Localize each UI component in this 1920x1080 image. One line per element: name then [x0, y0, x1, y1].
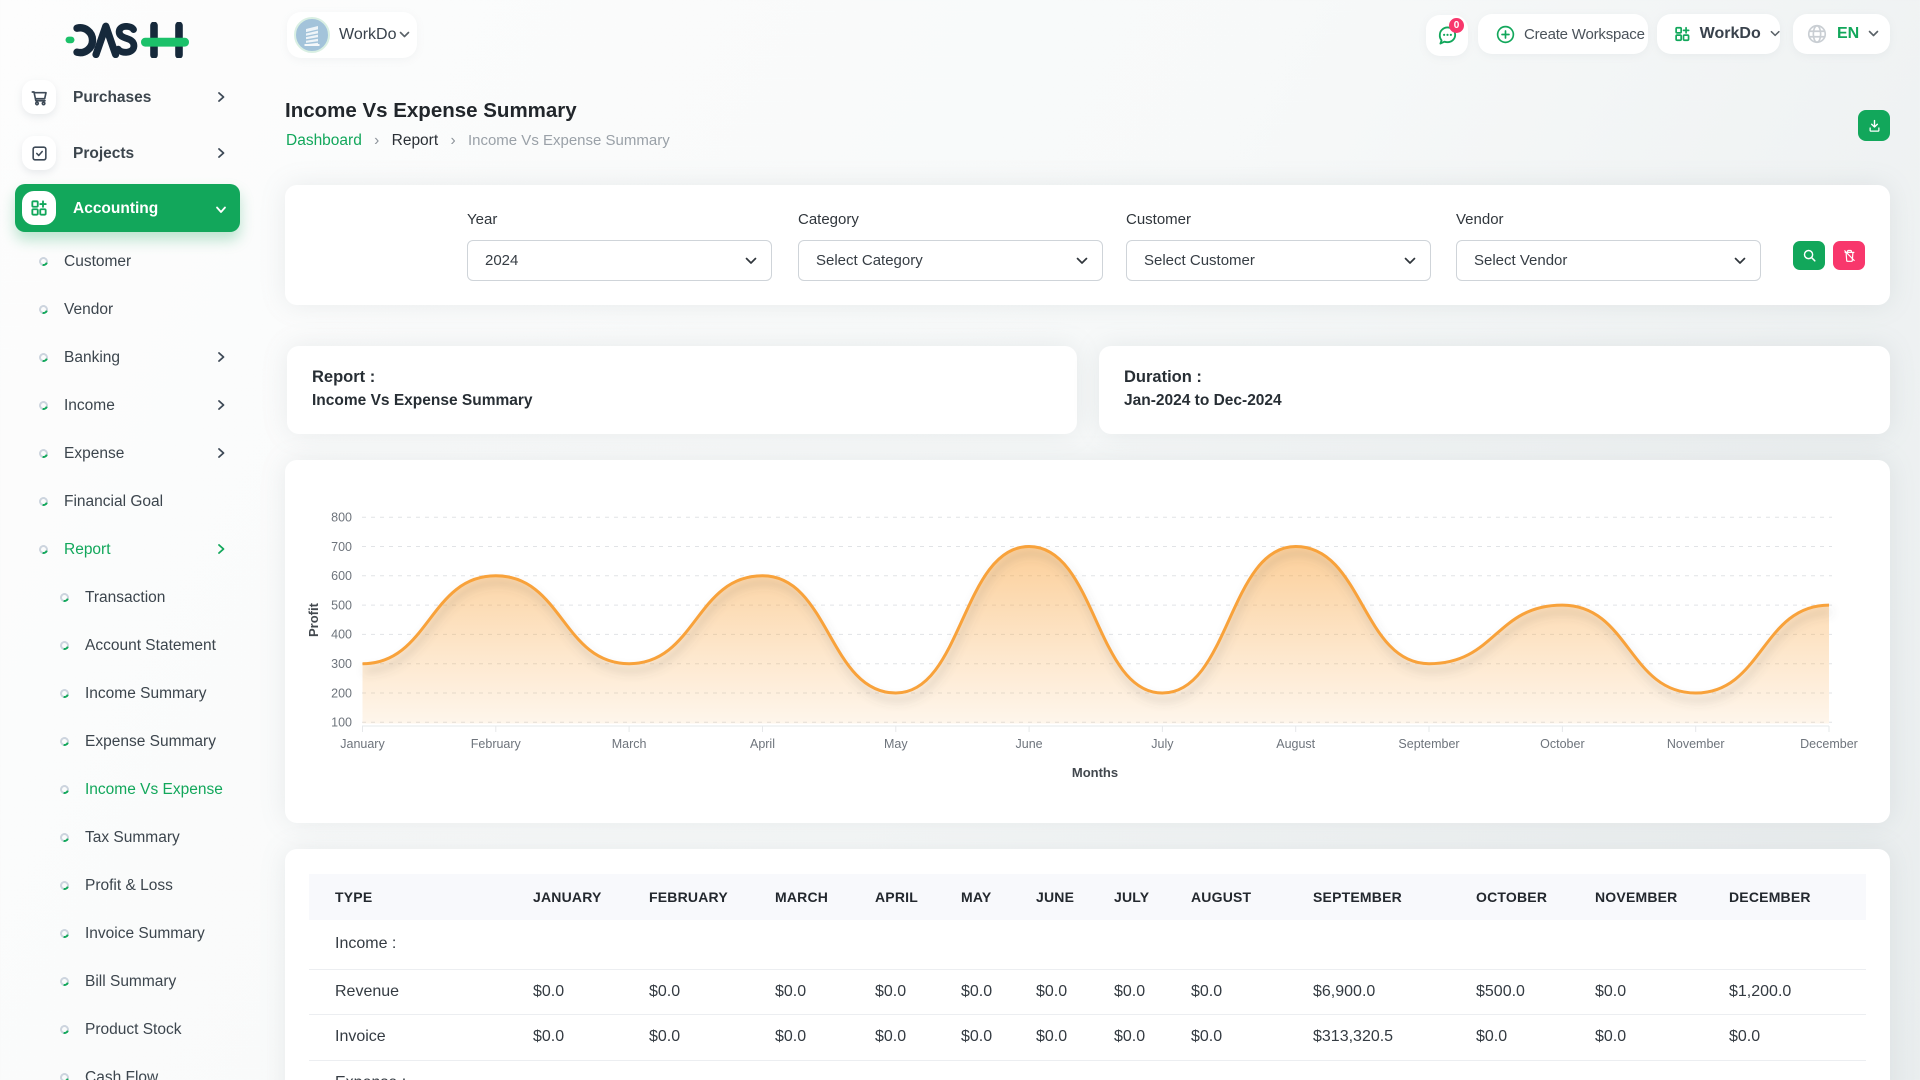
svg-text:300: 300 — [331, 657, 352, 671]
svg-text:Months: Months — [1072, 765, 1118, 780]
svg-text:700: 700 — [331, 540, 352, 554]
svg-text:March: March — [612, 737, 647, 751]
svg-text:August: August — [1276, 737, 1315, 751]
svg-text:November: November — [1667, 737, 1725, 751]
svg-text:July: July — [1151, 737, 1174, 751]
svg-text:200: 200 — [331, 686, 352, 700]
svg-text:January: January — [340, 737, 385, 751]
svg-text:100: 100 — [331, 716, 352, 730]
svg-text:June: June — [1016, 737, 1043, 751]
svg-text:800: 800 — [331, 511, 352, 525]
svg-text:February: February — [471, 737, 522, 751]
svg-text:400: 400 — [331, 628, 352, 642]
svg-text:October: October — [1540, 737, 1584, 751]
svg-text:600: 600 — [331, 569, 352, 583]
svg-text:September: September — [1398, 737, 1459, 751]
svg-text:December: December — [1800, 737, 1858, 751]
svg-text:April: April — [750, 737, 775, 751]
svg-text:May: May — [884, 737, 908, 751]
svg-text:500: 500 — [331, 598, 352, 612]
svg-text:Profit: Profit — [306, 602, 321, 637]
